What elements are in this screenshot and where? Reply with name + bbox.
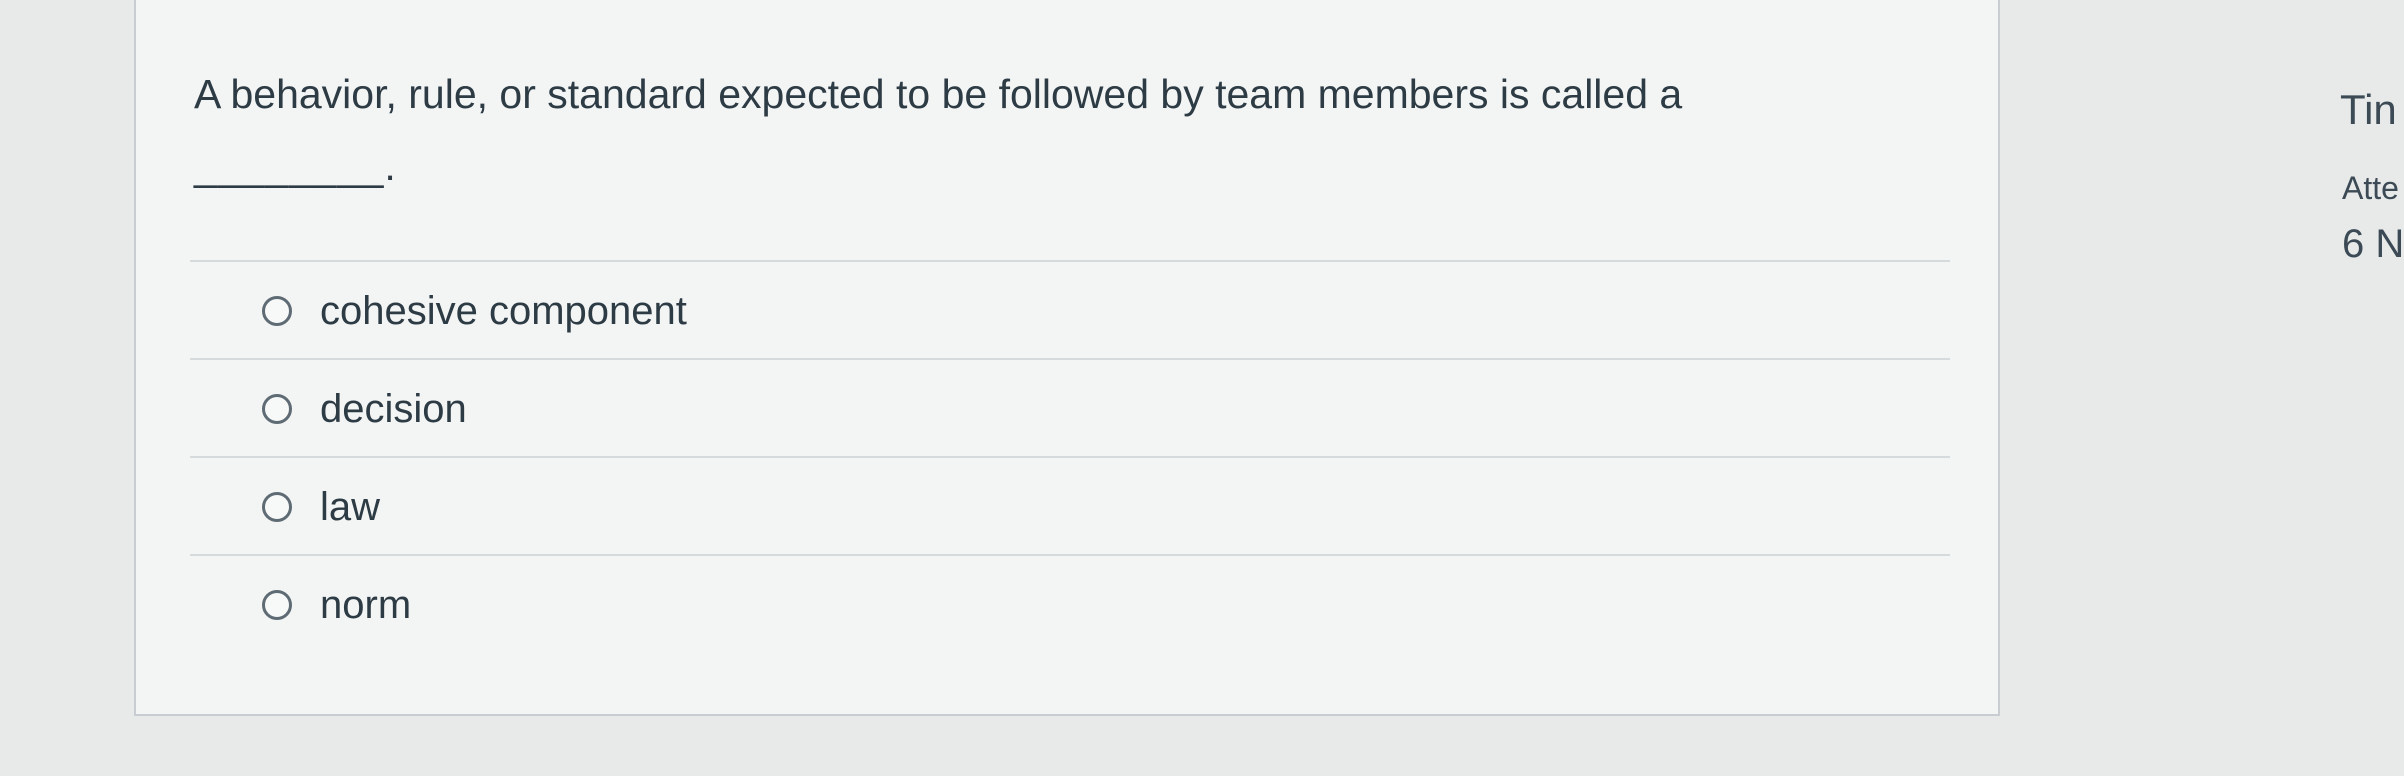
radio-button[interactable] xyxy=(262,394,292,424)
answer-option-law[interactable]: law xyxy=(190,458,1950,556)
answer-label[interactable]: law xyxy=(320,482,380,532)
radio-button[interactable] xyxy=(262,296,292,326)
radio-button[interactable] xyxy=(262,492,292,522)
answer-option-norm[interactable]: norm xyxy=(190,556,1950,654)
answer-label[interactable]: cohesive component xyxy=(320,286,687,336)
answer-option-decision[interactable]: decision xyxy=(190,360,1950,458)
attempt-value: 6 N xyxy=(2342,222,2404,266)
question-blank: ________. xyxy=(194,143,397,189)
question-card: A behavior, rule, or standard expected t… xyxy=(134,0,2000,716)
answer-label[interactable]: decision xyxy=(320,384,467,434)
answer-option-cohesive-component[interactable]: cohesive component xyxy=(190,262,1950,360)
question-prompt: A behavior, rule, or standard expected t… xyxy=(194,71,1683,117)
answer-label[interactable]: norm xyxy=(320,580,411,630)
time-label: Tin xyxy=(2340,86,2397,133)
quiz-page: A behavior, rule, or standard expected t… xyxy=(0,0,2404,776)
question-text: A behavior, rule, or standard expected t… xyxy=(194,58,1954,202)
radio-button[interactable] xyxy=(262,590,292,620)
attempt-label: Atte xyxy=(2342,170,2399,206)
quiz-side-panel: Tin Atte 6 N xyxy=(2320,0,2404,776)
